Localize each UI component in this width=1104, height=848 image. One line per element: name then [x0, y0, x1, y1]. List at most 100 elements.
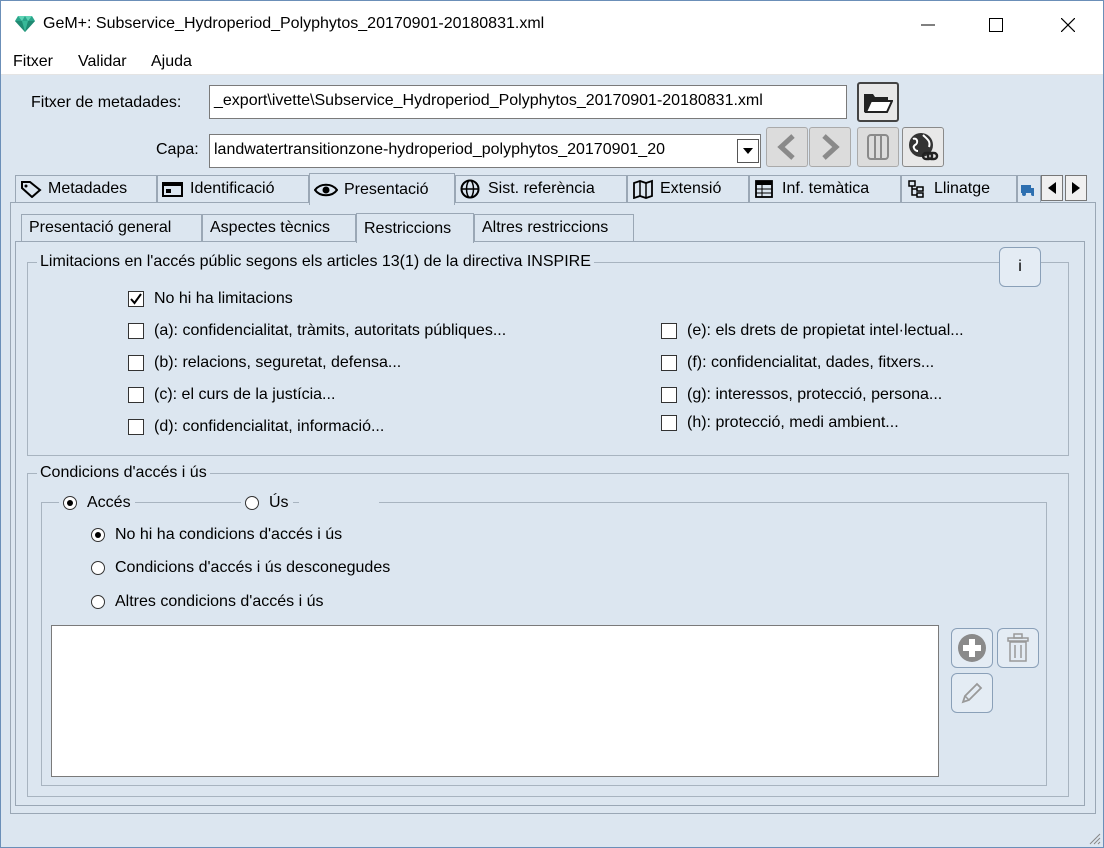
- radio-dot: [95, 532, 101, 538]
- map-extent-icon: [633, 179, 653, 199]
- arrow-left-icon: [777, 134, 795, 160]
- metadata-file-field[interactable]: _export\ivette\Subservice_Hydroperiod_Po…: [209, 85, 847, 119]
- tab-label: Metadades: [48, 180, 128, 197]
- tab-metadades[interactable]: Metadades: [15, 175, 157, 203]
- tab-sist-referencia[interactable]: Sist. referència: [455, 175, 627, 203]
- subtab-aspectes-tecnics[interactable]: Aspectes tècnics: [202, 214, 356, 242]
- layer-select[interactable]: landwatertransitionzone-hydroperiod_poly…: [209, 134, 761, 168]
- limitation-c-checkbox[interactable]: (c): el curs de la justícia...: [128, 386, 335, 404]
- checkmark-icon: [130, 293, 142, 305]
- checkbox-box[interactable]: [661, 387, 677, 403]
- no-limitations-checkbox[interactable]: No hi ha limitacions: [128, 290, 293, 308]
- tab-label: Presentació: [344, 180, 429, 198]
- limitation-g-checkbox[interactable]: (g): interessos, protecció, persona...: [661, 386, 942, 404]
- subtab-restriccions[interactable]: Restriccions: [356, 213, 474, 243]
- subtab-altres-restriccions[interactable]: Altres restriccions: [474, 214, 634, 242]
- delete-condition-button[interactable]: [997, 628, 1039, 668]
- id-card-icon: [162, 182, 183, 197]
- limitation-f-checkbox[interactable]: (f): confidencialitat, dades, fitxers...: [661, 354, 934, 372]
- radio-circle[interactable]: [245, 496, 259, 510]
- menu-fitxer[interactable]: Fitxer: [13, 53, 53, 71]
- checkbox-label: (c): el curs de la justícia...: [154, 386, 336, 403]
- limitation-d-checkbox[interactable]: (d): confidencialitat, informació...: [128, 418, 384, 436]
- truck-icon: [1021, 185, 1034, 196]
- minimize-button[interactable]: [905, 1, 951, 49]
- checkbox-label: (b): relacions, seguretat, defensa...: [154, 354, 402, 371]
- no-conditions-radio[interactable]: No hi ha condicions d'accés i ús: [91, 526, 342, 544]
- window-title: GeM+: Subservice_Hydroperiod_Polyphytos_…: [43, 15, 545, 32]
- checkbox-label: (h): protecció, medi ambient...: [687, 414, 899, 431]
- radio-label: Altres condicions d'accés i ús: [115, 593, 324, 610]
- info-button[interactable]: i: [999, 247, 1041, 287]
- radio-circle[interactable]: [91, 561, 105, 575]
- access-radio[interactable]: Accés: [59, 494, 135, 512]
- checkbox-label: No hi ha limitacions: [154, 290, 293, 307]
- checkbox-box[interactable]: [128, 419, 144, 435]
- radio-circle[interactable]: [91, 595, 105, 609]
- tab-llinatge[interactable]: Llinatge: [901, 175, 1017, 203]
- tab-label: Extensió: [660, 180, 722, 197]
- radio-circle[interactable]: [91, 528, 105, 542]
- radio-circle[interactable]: [63, 496, 77, 510]
- radio-dot: [67, 500, 73, 506]
- checkbox-box[interactable]: [128, 323, 144, 339]
- conditions-list[interactable]: [51, 625, 939, 777]
- trash-icon: [1007, 633, 1029, 662]
- layer-dropdown-button[interactable]: [737, 139, 759, 163]
- subtab-presentacio-general[interactable]: Presentació general: [21, 214, 202, 242]
- layer-columns-button[interactable]: [857, 127, 899, 167]
- menu-bar: Fitxer Validar Ajuda: [1, 49, 1103, 75]
- limitation-e-checkbox[interactable]: (e): els drets de propietat intel·lectua…: [661, 322, 964, 340]
- tab-overflow[interactable]: [1017, 175, 1041, 203]
- use-radio[interactable]: Ús: [241, 494, 293, 512]
- edit-condition-button[interactable]: [951, 673, 993, 713]
- pencil-icon: [961, 682, 983, 704]
- eye-icon: [314, 183, 338, 196]
- triangle-left-icon: [1048, 182, 1056, 194]
- radio-label: Condicions d'accés i ús desconegudes: [115, 559, 391, 576]
- tab-scroll-right-button[interactable]: [1065, 175, 1087, 201]
- title-bar: GeM+: Subservice_Hydroperiod_Polyphytos_…: [1, 1, 1103, 49]
- tab-identificacio[interactable]: Identificació: [157, 175, 309, 203]
- close-icon: [1061, 18, 1075, 32]
- next-layer-button[interactable]: [809, 127, 851, 167]
- checkbox-box[interactable]: [661, 415, 677, 431]
- checkbox-box[interactable]: [128, 387, 144, 403]
- app-window: GeM+: Subservice_Hydroperiod_Polyphytos_…: [0, 0, 1104, 848]
- close-button[interactable]: [1045, 1, 1091, 49]
- globe-link-button[interactable]: [902, 127, 944, 167]
- info-label: i: [1018, 258, 1022, 275]
- menu-ajuda[interactable]: Ajuda: [151, 53, 192, 71]
- tab-label: Identificació: [190, 180, 275, 197]
- triangle-right-icon: [1072, 182, 1080, 194]
- tab-presentacio[interactable]: Presentació: [309, 173, 455, 205]
- limitation-b-checkbox[interactable]: (b): relacions, seguretat, defensa...: [128, 354, 401, 372]
- globe-link-icon: [909, 133, 939, 161]
- gem-icon: [15, 16, 35, 32]
- conditions-title: Condicions d'accés i ús: [37, 464, 210, 482]
- tree-icon: [908, 180, 924, 198]
- checkbox-label: (e): els drets de propietat intel·lectua…: [687, 322, 964, 339]
- open-folder-button[interactable]: [857, 82, 899, 122]
- checkbox-box[interactable]: [661, 323, 677, 339]
- maximize-button[interactable]: [973, 1, 1019, 49]
- menu-validar[interactable]: Validar: [78, 53, 127, 71]
- limitations-title: Limitacions en l'accés públic segons els…: [37, 253, 594, 271]
- other-conditions-radio[interactable]: Altres condicions d'accés i ús: [91, 593, 323, 611]
- limitation-a-checkbox[interactable]: (a): confidencialitat, tràmits, autorita…: [128, 322, 506, 340]
- resize-grip-icon[interactable]: [1087, 831, 1101, 845]
- tab-extensio[interactable]: Extensió: [627, 175, 749, 203]
- prev-layer-button[interactable]: [766, 127, 808, 167]
- tab-scroll-left-button[interactable]: [1041, 175, 1063, 201]
- checkbox-box[interactable]: [128, 291, 144, 307]
- tab-inf-tematica[interactable]: Inf. temàtica: [749, 175, 901, 203]
- checkbox-box[interactable]: [661, 355, 677, 371]
- limitation-h-checkbox[interactable]: (h): protecció, medi ambient...: [661, 414, 899, 432]
- arrow-right-icon: [822, 134, 840, 160]
- unknown-conditions-radio[interactable]: Condicions d'accés i ús desconegudes: [91, 559, 390, 577]
- checkbox-box[interactable]: [128, 355, 144, 371]
- add-condition-button[interactable]: [951, 628, 993, 668]
- radio-label: Ús: [269, 494, 289, 511]
- tab-label: Inf. temàtica: [782, 180, 870, 197]
- tag-icon: [21, 181, 42, 198]
